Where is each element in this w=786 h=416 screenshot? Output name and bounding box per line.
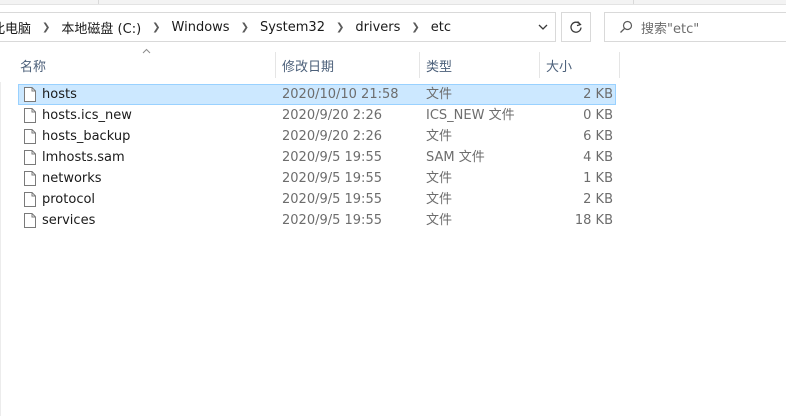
file-type: 文件 (426, 192, 453, 207)
file-icon (24, 150, 36, 165)
file-row[interactable]: hosts 2020/10/10 21:58 文件 2 KB (18, 84, 616, 105)
file-size: 2 KB (583, 192, 613, 207)
file-type: 文件 (426, 129, 453, 144)
file-date: 2020/9/5 19:55 (282, 150, 382, 165)
file-row[interactable]: lmhosts.sam 2020/9/5 19:55 SAM 文件 4 KB (18, 147, 616, 168)
file-date: 2020/9/5 19:55 (282, 192, 382, 207)
ribbon-divider (98, 0, 99, 4)
file-size: 6 KB (583, 129, 613, 144)
crumb-local-disk[interactable]: 本地磁盘 (C:) (59, 18, 143, 37)
chevron-right-icon[interactable]: ❯ (327, 22, 353, 33)
file-icon (24, 192, 36, 207)
file-name: protocol (42, 192, 96, 207)
refresh-icon (570, 21, 582, 33)
file-row[interactable]: protocol 2020/9/5 19:55 文件 2 KB (18, 189, 616, 210)
file-name: lmhosts.sam (42, 150, 125, 165)
file-icon (24, 87, 36, 102)
column-header-size[interactable]: 大小 (540, 52, 620, 78)
crumb-this-pc[interactable]: 此电脑 (0, 18, 33, 37)
chevron-right-icon[interactable]: ❯ (402, 22, 428, 33)
file-icon (24, 108, 36, 123)
column-header-name[interactable]: 名称 (14, 52, 276, 78)
file-date: 2020/10/10 21:58 (282, 87, 399, 102)
file-date: 2020/9/20 2:26 (282, 129, 382, 144)
chevron-right-icon[interactable]: ❯ (143, 22, 169, 33)
file-name: hosts (42, 87, 77, 102)
crumb-system32[interactable]: System32 (258, 20, 327, 35)
file-date: 2020/9/20 2:26 (282, 108, 382, 123)
chevron-right-icon[interactable]: ❯ (33, 22, 59, 33)
file-icon (24, 171, 36, 186)
crumb-windows[interactable]: Windows (170, 20, 232, 35)
column-header-size-label: 大小 (546, 59, 573, 75)
chevron-down-icon (538, 24, 548, 30)
file-type: 文件 (426, 171, 453, 186)
crumb-etc[interactable]: etc (429, 20, 453, 35)
address-bar[interactable]: 此电脑 ❯ 本地磁盘 (C:) ❯ Windows ❯ System32 ❯ d… (0, 12, 556, 42)
file-icon (24, 129, 36, 144)
column-header-date[interactable]: 修改日期 (276, 52, 420, 78)
file-name: hosts.ics_new (42, 108, 132, 123)
address-history-dropdown[interactable] (530, 13, 556, 41)
pane-divider (0, 82, 1, 416)
file-type: SAM 文件 (426, 150, 485, 165)
crumb-drivers[interactable]: drivers (353, 20, 402, 35)
ribbon-bottom-edge (0, 0, 786, 5)
file-row[interactable]: services 2020/9/5 19:55 文件 18 KB (18, 210, 616, 231)
file-size: 18 KB (574, 213, 613, 228)
file-type: 文件 (426, 213, 453, 228)
file-size: 2 KB (583, 87, 613, 102)
breadcrumb: 此电脑 ❯ 本地磁盘 (C:) ❯ Windows ❯ System32 ❯ d… (0, 13, 453, 41)
file-icon (24, 213, 36, 228)
file-size: 1 KB (583, 171, 613, 186)
column-header-date-label: 修改日期 (282, 59, 335, 75)
chevron-right-icon[interactable]: ❯ (232, 22, 258, 33)
file-date: 2020/9/5 19:55 (282, 171, 382, 186)
file-type: 文件 (426, 87, 453, 102)
file-name: hosts_backup (42, 129, 131, 144)
file-size: 4 KB (583, 150, 613, 165)
search-icon (620, 20, 633, 33)
column-header-type-label: 类型 (426, 59, 453, 75)
refresh-button[interactable] (561, 12, 591, 42)
file-date: 2020/9/5 19:55 (282, 213, 382, 228)
file-row[interactable]: networks 2020/9/5 19:55 文件 1 KB (18, 168, 616, 189)
search-input[interactable]: 搜索"etc" (641, 18, 699, 37)
file-row[interactable]: hosts.ics_new 2020/9/20 2:26 ICS_NEW 文件 0 K… (18, 105, 616, 126)
ribbon-divider (633, 0, 634, 4)
file-size: 0 KB (583, 108, 613, 123)
file-name: networks (42, 171, 102, 186)
column-header-type[interactable]: 类型 (420, 52, 540, 78)
file-row[interactable]: hosts_backup 2020/9/20 2:26 文件 6 KB (18, 126, 616, 147)
search-box[interactable]: 搜索"etc" (604, 12, 786, 42)
column-header-name-label: 名称 (20, 59, 47, 75)
file-name: services (42, 213, 96, 228)
file-type: ICS_NEW 文件 (426, 108, 515, 123)
